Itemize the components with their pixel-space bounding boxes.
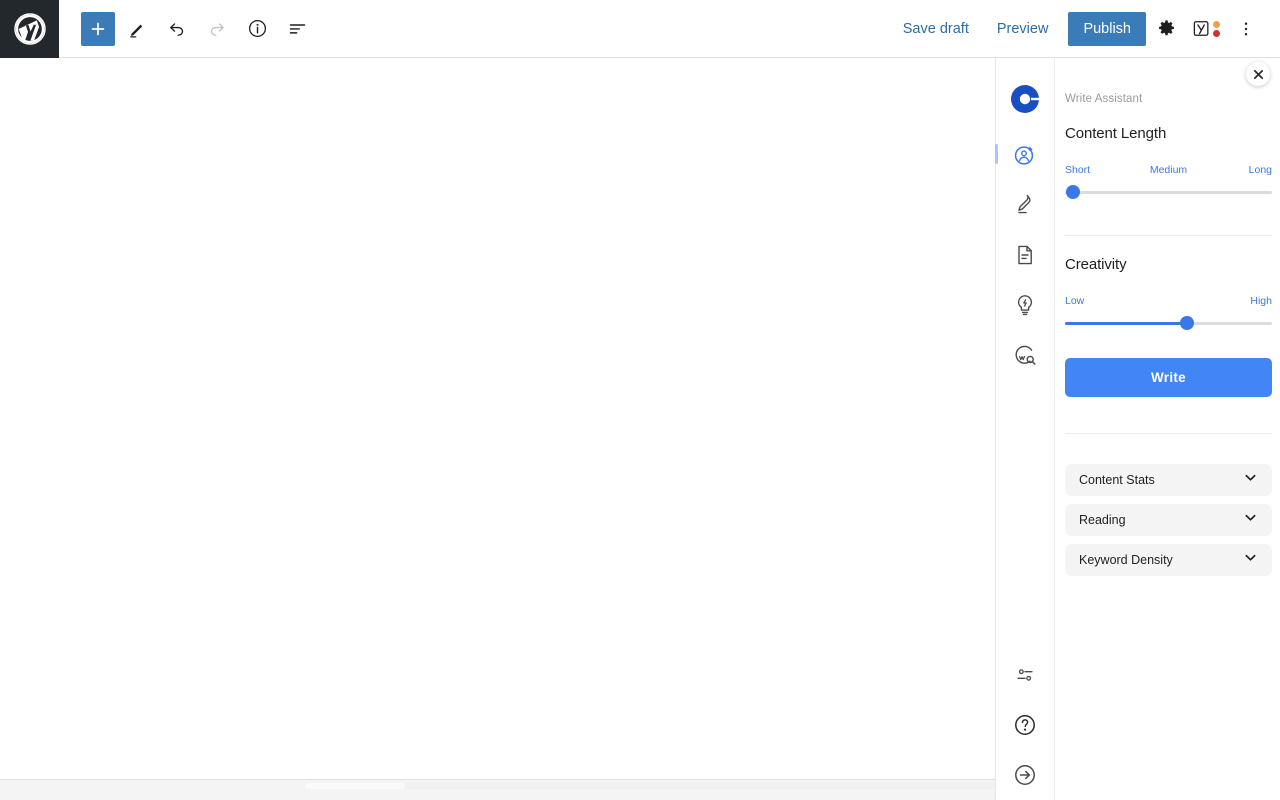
- info-button[interactable]: [239, 11, 275, 47]
- content-length-label-min: Short: [1065, 164, 1091, 176]
- accordion-reading[interactable]: Reading: [1065, 504, 1272, 536]
- toolbar-right-group: Save draft Preview Publish: [889, 9, 1280, 49]
- write-assistant-panel: Write Assistant Content Length Short Med…: [1054, 58, 1280, 800]
- horizontal-scrollbar-thumb[interactable]: [305, 783, 405, 789]
- rail-item-list: [995, 138, 1054, 372]
- gear-icon[interactable]: [1146, 9, 1186, 49]
- yoast-dot-orange: [1213, 20, 1220, 28]
- rail-bottom-items: [996, 658, 1054, 792]
- accordion-list: Content Stats Reading Keyword Density: [1065, 464, 1272, 576]
- panel-label: Write Assistant: [1065, 93, 1143, 105]
- accordion-reading-label: Reading: [1079, 513, 1126, 527]
- wordpress-logo-icon[interactable]: [0, 0, 59, 58]
- publish-button[interactable]: Publish: [1068, 11, 1146, 46]
- content-length-labels: Short Medium Long: [1065, 164, 1272, 177]
- editor-canvas[interactable]: [0, 58, 995, 779]
- creativity-slider[interactable]: [1065, 316, 1272, 330]
- assistant-sidebar: Write Assistant Content Length Short Med…: [995, 58, 1280, 800]
- rail-item-lightbulb-idea[interactable]: [1005, 288, 1045, 322]
- content-length-slider[interactable]: [1065, 185, 1272, 199]
- horizontal-scrollbar-track[interactable]: [405, 783, 1005, 789]
- creativity-title: Creativity: [1065, 256, 1127, 273]
- content-length-label-mid: Medium: [1149, 164, 1188, 176]
- app-logo-icon[interactable]: [1008, 82, 1042, 116]
- content-length-thumb[interactable]: [1066, 185, 1081, 199]
- toolbar-left-group: [59, 11, 315, 47]
- rail-item-document[interactable]: [1005, 238, 1045, 272]
- content-length-label-max: Long: [1248, 164, 1272, 176]
- creativity-fill: [1065, 321, 1188, 325]
- tools-pencil-button[interactable]: [119, 11, 155, 47]
- close-icon[interactable]: [1246, 62, 1270, 86]
- chevron-down-icon: [1243, 550, 1258, 570]
- undo-button[interactable]: [159, 11, 195, 47]
- assistant-icon-rail: [995, 58, 1054, 800]
- rail-item-write-assistant[interactable]: [995, 138, 1045, 172]
- chevron-down-icon: [1243, 510, 1258, 530]
- accordion-keyword-density[interactable]: Keyword Density: [1065, 544, 1272, 576]
- yoast-seo-icon[interactable]: [1186, 9, 1226, 49]
- accordion-content-stats[interactable]: Content Stats: [1065, 464, 1272, 496]
- creativity-label-min: Low: [1065, 295, 1085, 307]
- content-length-track: [1065, 190, 1272, 194]
- preview-button[interactable]: Preview: [983, 13, 1063, 45]
- panel-divider-1: [1065, 235, 1272, 236]
- accordion-keyword-density-label: Keyword Density: [1079, 553, 1173, 567]
- creativity-label-max: High: [1250, 295, 1272, 307]
- accordion-content-stats-label: Content Stats: [1079, 473, 1155, 487]
- write-button[interactable]: Write: [1065, 358, 1272, 397]
- yoast-dot-red: [1213, 29, 1220, 37]
- content-length-title: Content Length: [1065, 125, 1167, 142]
- rail-item-pen-edit[interactable]: [1005, 188, 1045, 222]
- rail-item-settings-sliders[interactable]: [1005, 658, 1045, 692]
- chevron-down-icon: [1243, 470, 1258, 490]
- rail-item-help[interactable]: [1005, 708, 1045, 742]
- panel-divider-2: [1065, 433, 1272, 434]
- list-view-button[interactable]: [279, 11, 315, 47]
- add-block-button[interactable]: [81, 11, 115, 46]
- more-vertical-icon[interactable]: [1226, 9, 1266, 49]
- creativity-slider-group: Low High: [1065, 295, 1272, 330]
- redo-button[interactable]: [199, 11, 235, 47]
- creativity-labels: Low High: [1065, 295, 1272, 308]
- content-length-slider-group: Short Medium Long: [1065, 164, 1272, 199]
- rail-item-web-search[interactable]: [1005, 338, 1045, 372]
- editor-toolbar: Save draft Preview Publish: [0, 0, 1280, 58]
- save-draft-button[interactable]: Save draft: [889, 13, 983, 45]
- rail-item-collapse-arrow[interactable]: [1005, 758, 1045, 792]
- creativity-thumb[interactable]: [1180, 316, 1195, 330]
